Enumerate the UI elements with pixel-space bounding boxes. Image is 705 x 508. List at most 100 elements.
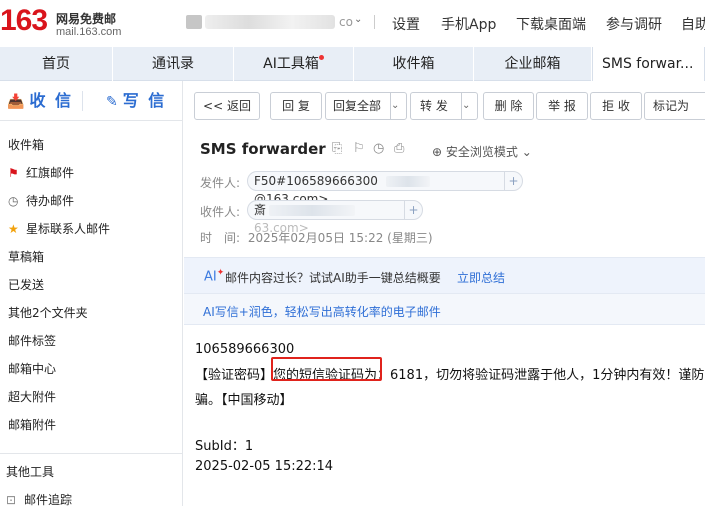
compose-row: 📥 收 信 ✎ 写 信 xyxy=(0,81,183,121)
write-button[interactable]: ✎ 写 信 xyxy=(106,89,166,113)
reply-button[interactable]: 回 复 xyxy=(270,92,322,120)
body-sender-number: 106589666300 xyxy=(195,342,295,357)
reject-button[interactable]: 拒 收 xyxy=(590,92,642,120)
sidebar-item-label: 红旗邮件 xyxy=(26,166,75,180)
safe-browse-mode[interactable]: ⊕ 安全浏览模式 ⌄ xyxy=(432,143,532,160)
sidebar-item-flagged[interactable]: ⚑ 红旗邮件 xyxy=(8,164,74,181)
sidebar-item-labels[interactable]: 邮件标签 xyxy=(8,332,56,349)
chevron-down-icon[interactable]: ⌄ xyxy=(461,93,477,119)
self-service-link[interactable]: 自助 xyxy=(681,14,705,34)
logo-domain: mail.163.com xyxy=(56,26,122,38)
redacted-text xyxy=(385,176,430,187)
print-icon[interactable]: ⎙ xyxy=(394,141,404,156)
sender-pill[interactable]: F50#106589666300 @163.com> + xyxy=(247,171,523,206)
safe-mode-label: 安全浏览模式 xyxy=(445,145,518,159)
email-time: 时 间: 2025年02月05日 15:22 (星期三) xyxy=(200,229,433,246)
divider xyxy=(82,91,83,111)
sidebar-item-tracking[interactable]: ⊡ 邮件追踪 xyxy=(6,491,72,508)
reply-all-button[interactable]: 回复全部 ⌄ xyxy=(325,92,407,120)
sidebar-item-label: 超大附件 xyxy=(8,390,57,404)
receive-label: 收 信 xyxy=(29,91,74,110)
ai-write-text[interactable]: AI写信+润色，轻松写出高转化率的电子邮件 xyxy=(203,303,441,320)
chevron-down-icon: ⌄ xyxy=(521,145,532,159)
tracking-icon: ⊡ xyxy=(6,493,17,507)
bookmark-icon[interactable]: ⎘ xyxy=(332,141,342,156)
sidebar-item-drafts[interactable]: 草稿箱 xyxy=(8,248,44,265)
email-subject: SMS forwarder xyxy=(200,140,326,158)
sidebar-item-attachments[interactable]: 邮箱附件 xyxy=(8,416,56,433)
clock-icon: ◷ xyxy=(8,194,19,208)
sidebar-item-label: 草稿箱 xyxy=(8,250,45,264)
add-contact-icon[interactable]: + xyxy=(404,201,422,219)
flag-icon[interactable]: ⚐ xyxy=(353,141,365,156)
recipient-pill[interactable]: 斎63.com> + xyxy=(247,200,423,235)
tab-ai-toolbox[interactable]: AI工具箱 xyxy=(234,47,354,81)
chevron-down-icon[interactable]: ⌄ xyxy=(354,14,362,25)
sidebar-item-other-folders[interactable]: 其他2个文件夹 xyxy=(8,304,88,321)
sidebar-item-label: 邮箱附件 xyxy=(8,418,57,432)
clock-icon[interactable]: ◷ xyxy=(373,141,384,156)
download-desktop-link[interactable]: 下载桌面端 xyxy=(516,14,586,34)
sidebar-item-starred[interactable]: ★ 星标联系人邮件 xyxy=(8,220,110,237)
body-signature-line: 骗。【中国移动】 xyxy=(195,393,293,408)
add-contact-icon[interactable]: + xyxy=(504,172,522,190)
sidebar-item-label: 邮箱中心 xyxy=(8,362,57,376)
survey-link[interactable]: 参与调研 xyxy=(606,14,662,34)
tab-label: 首页 xyxy=(42,56,70,72)
delete-button[interactable]: 删 除 xyxy=(483,92,534,120)
ai-logo-icon: AI✦ xyxy=(204,268,225,285)
report-button[interactable]: 举 报 xyxy=(536,92,588,120)
time-label: 时 间: xyxy=(200,231,241,245)
back-button[interactable]: << 返回 xyxy=(194,92,260,120)
settings-link[interactable]: 设置 xyxy=(392,14,420,34)
sidebar-item-label: 星标联系人邮件 xyxy=(26,222,111,236)
tab-home[interactable]: 首页 xyxy=(0,47,113,81)
account-icon[interactable] xyxy=(186,15,202,29)
tab-inbox[interactable]: 收件箱 xyxy=(354,47,474,81)
tab-label: 收件箱 xyxy=(392,56,435,72)
reading-pane: << 返回 回 复 回复全部 ⌄ 转 发 ⌄ 删 除 举 报 拒 收 标记为 S… xyxy=(184,81,705,506)
sidebar-item-sent[interactable]: 已发送 xyxy=(8,276,44,293)
redacted-text xyxy=(269,205,356,216)
top-bar: 163 网易免费邮 mail.163.com co ⌄ 设置 手机App 下载桌… xyxy=(0,0,705,46)
chevron-down-icon[interactable]: ⌄ xyxy=(390,93,406,119)
sidebar-item-other-tools[interactable]: 其他工具 xyxy=(6,463,54,480)
ai-write-banner[interactable]: AI写信+润色，轻松写出高转化率的电子邮件 xyxy=(184,293,705,325)
tab-label: SMS forwar... xyxy=(602,56,694,72)
body-subid: SubId：1 xyxy=(195,439,254,454)
sidebar-item-large-attachments[interactable]: 超大附件 xyxy=(8,388,56,405)
sidebar-item-label: 邮件标签 xyxy=(8,334,57,348)
body-timestamp: 2025-02-05 15:22:14 xyxy=(195,459,334,474)
tab-label: AI工具箱 xyxy=(263,56,319,72)
sidebar-item-label: 其他工具 xyxy=(6,465,55,479)
account-name-redacted[interactable] xyxy=(205,15,335,29)
mark-as-button[interactable]: 标记为 xyxy=(644,92,705,120)
divider xyxy=(0,453,183,454)
divider xyxy=(374,15,375,29)
logo-number[interactable]: 163 xyxy=(0,6,48,36)
recipient-prefix: 斎 xyxy=(254,203,267,217)
sidebar: 📥 收 信 ✎ 写 信 收件箱 ⚑ 红旗邮件 ◷ 待办邮件 ★ 星标联系人邮件 草稿箱 已… xyxy=(0,81,183,508)
tab-enterprise-mail[interactable]: 企业邮箱 xyxy=(474,47,592,81)
inbox-download-icon: 📥 xyxy=(7,94,27,110)
sidebar-item-label: 已发送 xyxy=(8,278,45,292)
mobile-app-link[interactable]: 手机App xyxy=(441,14,496,34)
account-tail: co xyxy=(339,15,353,29)
sidebar-item-mail-center[interactable]: 邮箱中心 xyxy=(8,360,56,377)
reply-all-label: 回复全部 xyxy=(333,99,382,113)
sidebar-item-label: 待办邮件 xyxy=(26,194,75,208)
ai-summary-text: 邮件内容过长？试试AI助手一键总结概要 xyxy=(225,271,441,285)
pen-icon: ✎ xyxy=(106,94,120,110)
tab-bar: 首页 通讯录 AI工具箱 收件箱 企业邮箱 SMS forwar... xyxy=(0,47,705,81)
summarize-now-link[interactable]: 立即总结 xyxy=(457,269,505,286)
write-label: 写 信 xyxy=(122,91,167,110)
forward-button[interactable]: 转 发 ⌄ xyxy=(410,92,478,120)
tab-sms-forwarder[interactable]: SMS forwar... xyxy=(592,47,705,81)
mark-as-label: 标记为 xyxy=(653,99,690,113)
tab-contacts[interactable]: 通讯录 xyxy=(113,47,234,81)
sidebar-item-todo[interactable]: ◷ 待办邮件 xyxy=(8,192,74,209)
receive-button[interactable]: 📥 收 信 xyxy=(7,89,73,113)
sidebar-item-inbox[interactable]: 收件箱 xyxy=(8,136,44,153)
notification-dot xyxy=(318,55,324,60)
tab-label: 企业邮箱 xyxy=(504,56,561,72)
